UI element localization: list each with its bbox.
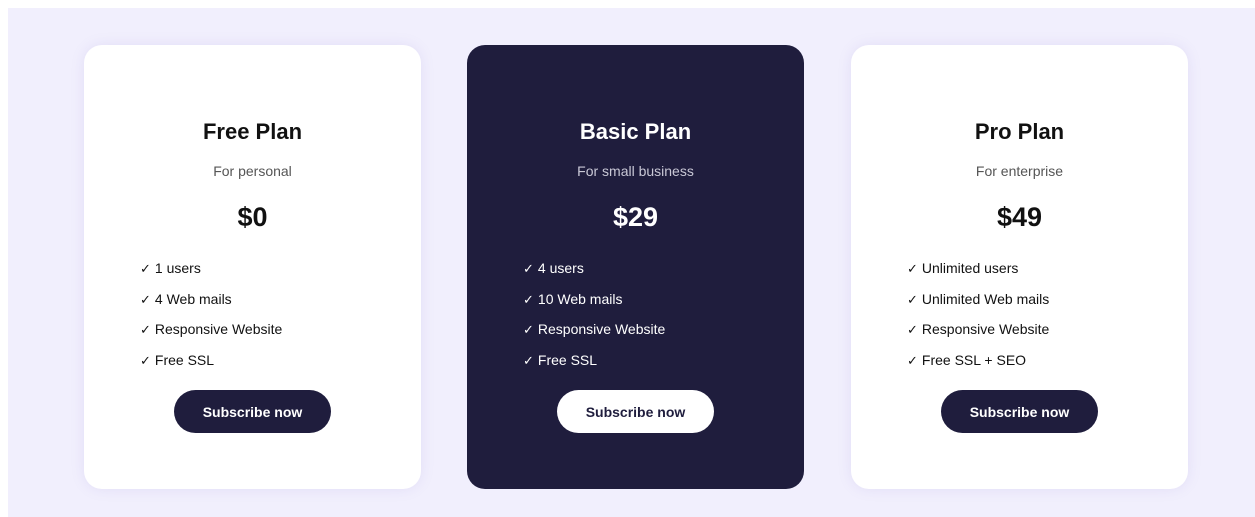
plan-subtitle: For small business xyxy=(577,163,694,179)
check-icon: ✓ xyxy=(523,292,534,308)
feature-label: 4 users xyxy=(537,260,584,276)
plan-price: $0 xyxy=(237,202,268,232)
pricing-section: Free Plan For personal $0 ✓ 1 users ✓ 4 We… xyxy=(8,8,1255,517)
subscribe-button-pro[interactable]: Subscribe now xyxy=(941,390,1098,433)
feature-item: ✓ Unlimited users xyxy=(907,259,1049,290)
feature-label: 4 Web mails xyxy=(154,290,232,307)
feature-item: ✓ Free SSL xyxy=(523,351,665,382)
feature-item: ✓ Unlimited Web mails xyxy=(907,290,1049,321)
feature-item: ✓ Free SSL xyxy=(140,351,282,382)
feature-item: ✓ 10 Web mails xyxy=(523,290,665,321)
feature-label: Responsive Website xyxy=(154,321,283,337)
feature-item: ✓ Responsive Website xyxy=(140,320,282,351)
subscribe-button-free[interactable]: Subscribe now xyxy=(174,390,331,433)
feature-label: Responsive Website xyxy=(537,321,666,337)
feature-list: ✓ 4 users ✓ 10 Web mails ✓ Responsive Websi… xyxy=(523,259,665,381)
check-icon: ✓ xyxy=(140,323,151,338)
feature-item: ✓ Free SSL + SEO xyxy=(907,351,1049,382)
feature-item: ✓ 4 Web mails xyxy=(140,290,282,321)
subscribe-button-basic[interactable]: Subscribe now xyxy=(557,390,714,433)
check-icon: ✓ xyxy=(140,262,151,277)
feature-label: 10 Web mails xyxy=(537,290,623,307)
feature-list: ✓ Unlimited users ✓ Unlimited Web mails ✓ R… xyxy=(907,259,1049,381)
pricing-card-free: Free Plan For personal $0 ✓ 1 users ✓ 4 We… xyxy=(84,45,421,489)
feature-label: Responsive Website xyxy=(921,321,1050,337)
feature-list: ✓ 1 users ✓ 4 Web mails ✓ Responsive Websit… xyxy=(140,259,282,381)
feature-item: ✓ 4 users xyxy=(523,259,665,290)
check-icon: ✓ xyxy=(140,292,151,308)
pricing-card-pro: Pro Plan For enterprise $49 ✓ Unlimited u… xyxy=(851,45,1188,489)
feature-label: 1 users xyxy=(154,260,201,276)
feature-label: Free SSL xyxy=(537,351,598,368)
plan-subtitle: For enterprise xyxy=(975,163,1064,179)
pricing-card-basic: Basic Plan For small business $29 ✓ 4 use… xyxy=(467,45,804,489)
feature-item: ✓ 1 users xyxy=(140,259,282,290)
feature-label: Unlimited Web mails xyxy=(921,290,1050,307)
plan-title: Free Plan xyxy=(202,119,303,144)
feature-item: ✓ Responsive Website xyxy=(523,320,665,351)
check-icon: ✓ xyxy=(907,323,918,338)
check-icon: ✓ xyxy=(907,353,918,369)
check-icon: ✓ xyxy=(523,323,534,338)
feature-label: Free SSL + SEO xyxy=(921,351,1027,368)
check-icon: ✓ xyxy=(907,262,918,277)
plan-subtitle: For personal xyxy=(213,163,292,179)
plan-price: $49 xyxy=(996,202,1043,232)
feature-label: Unlimited users xyxy=(921,260,1019,276)
plan-price: $29 xyxy=(612,202,659,232)
plan-title: Pro Plan xyxy=(974,119,1065,144)
feature-item: ✓ Responsive Website xyxy=(907,320,1049,351)
check-icon: ✓ xyxy=(907,292,918,308)
plan-title: Basic Plan xyxy=(579,119,692,144)
feature-label: Free SSL xyxy=(154,351,215,368)
check-icon: ✓ xyxy=(523,353,534,369)
check-icon: ✓ xyxy=(140,353,151,369)
check-icon: ✓ xyxy=(523,262,534,277)
